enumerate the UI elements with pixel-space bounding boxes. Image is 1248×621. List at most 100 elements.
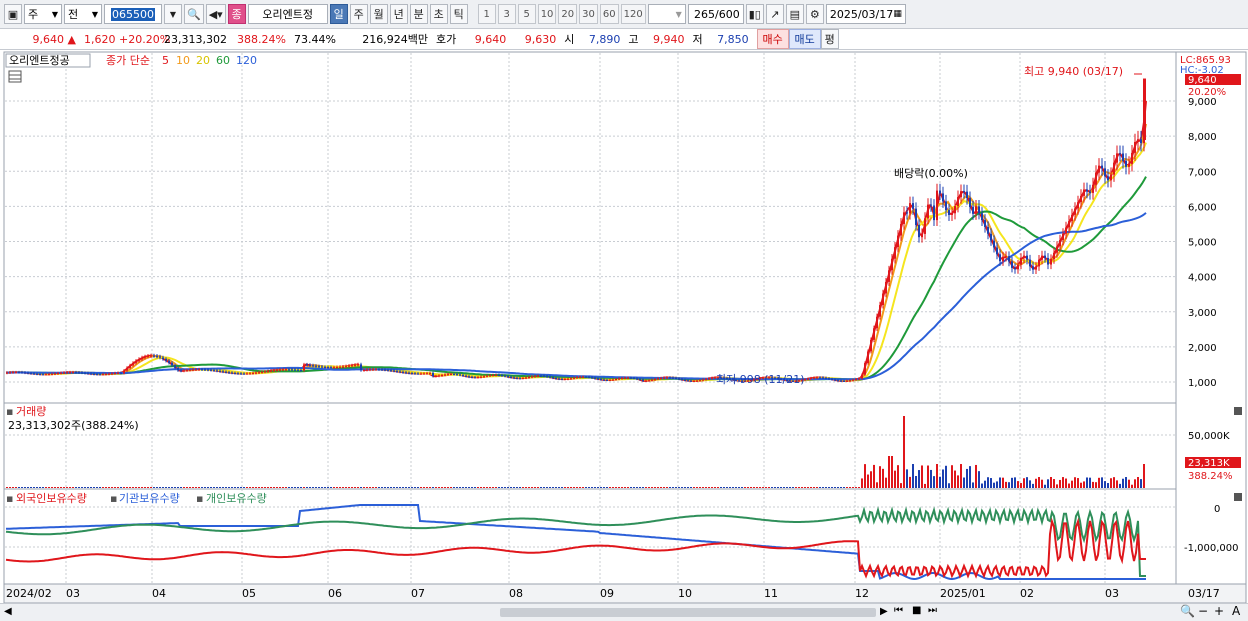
volume-bar xyxy=(90,487,92,488)
volume-bar xyxy=(735,487,737,488)
scroll-right-icon[interactable]: ▶ xyxy=(880,606,888,617)
interval-10[interactable]: 10 xyxy=(537,4,557,24)
volume-bar xyxy=(510,487,512,488)
stop-icon[interactable]: ■ xyxy=(912,605,921,616)
chart-canvas[interactable]: 9,000 8,000 7,000 6,000 5,000 4,000 3,000 2,000… xyxy=(0,51,1248,604)
volume-bar xyxy=(315,487,317,488)
tab-period-day[interactable]: 일 xyxy=(329,4,348,24)
volume-bar xyxy=(1062,477,1064,488)
holding-panel-close-icon[interactable] xyxy=(1234,493,1242,501)
volume-bar xyxy=(120,487,122,488)
tab-period-tick[interactable]: 틱 xyxy=(449,4,468,24)
count-field[interactable]: 265/600 xyxy=(687,4,744,24)
sell-button[interactable]: 매도 xyxy=(788,29,821,49)
forward-icon[interactable]: ⏭ xyxy=(928,605,937,616)
period-type-select[interactable]: 전 ▼ xyxy=(64,4,102,24)
tab-period-week[interactable]: 주 xyxy=(349,4,368,24)
candle-body xyxy=(678,378,680,380)
candle-body xyxy=(591,377,593,379)
code-dropdown-button[interactable]: ▼ xyxy=(164,4,182,24)
interval-5[interactable]: 5 xyxy=(517,4,536,24)
custom-interval-select[interactable]: ▼ xyxy=(647,4,686,24)
candle-body xyxy=(669,377,671,379)
candle-body xyxy=(663,377,665,379)
search-icon[interactable]: 🔍 xyxy=(184,4,204,24)
buy-button[interactable]: 매수 xyxy=(756,29,789,49)
candle-body xyxy=(948,210,950,215)
chart-tool-icon[interactable]: ↗ xyxy=(765,4,784,24)
volume-bar xyxy=(189,487,191,488)
volume-bar xyxy=(444,487,446,488)
volume-bar xyxy=(969,466,971,488)
volume-bar xyxy=(99,487,101,488)
gear-icon[interactable]: ⚙ xyxy=(805,4,824,24)
eval-button[interactable]: 평 xyxy=(820,29,839,49)
current-price-tag-text: 9,640 xyxy=(1188,75,1217,86)
volume-bar xyxy=(912,464,914,488)
candle-body xyxy=(141,357,143,360)
stock-name-field[interactable]: 오리엔트정 xyxy=(247,4,328,24)
candle-body xyxy=(1074,208,1076,215)
minus-icon[interactable]: − xyxy=(1198,604,1208,618)
tab-period-month[interactable]: 월 xyxy=(369,4,388,24)
candle-body xyxy=(843,380,845,382)
candle-body xyxy=(186,370,188,372)
stock-code-input[interactable]: 065500 xyxy=(104,4,162,24)
candle-body xyxy=(849,380,851,382)
candle-body xyxy=(963,191,965,193)
candle-body xyxy=(42,374,44,376)
candle-body xyxy=(1011,261,1013,268)
volume-summary: 23,313,302주(388.24%) xyxy=(8,419,139,432)
volume-bar xyxy=(495,487,497,488)
candle-body xyxy=(576,377,578,379)
volume-bar xyxy=(147,487,149,488)
tab-period-second[interactable]: 초 xyxy=(429,4,448,24)
candle-body xyxy=(1098,165,1100,173)
candle-body xyxy=(213,370,215,372)
candle-type-icon[interactable]: ▮▯ xyxy=(745,4,764,24)
font-size-icon[interactable]: A xyxy=(1232,604,1240,618)
candle-body xyxy=(1104,168,1106,177)
volume-panel-close-icon[interactable] xyxy=(1234,407,1242,415)
candle-body xyxy=(558,378,560,380)
scroll-track[interactable] xyxy=(500,608,876,617)
interval-3[interactable]: 3 xyxy=(497,4,516,24)
interval-1[interactable]: 1 xyxy=(477,4,496,24)
interval-120[interactable]: 120 xyxy=(620,4,646,24)
candle-body xyxy=(201,369,203,371)
interval-60[interactable]: 60 xyxy=(599,4,619,24)
table-toggle-icon[interactable] xyxy=(8,70,22,83)
plus-icon[interactable]: + xyxy=(1214,604,1224,618)
volume-bar xyxy=(1125,477,1127,488)
save-icon[interactable]: ▤ xyxy=(785,4,804,24)
candle-body xyxy=(372,369,374,371)
volume-bar xyxy=(489,487,491,488)
scroll-left-icon[interactable]: ◀ xyxy=(4,606,12,617)
interval-30[interactable]: 30 xyxy=(579,4,598,24)
volume-bar xyxy=(501,487,503,488)
volume-bar xyxy=(999,477,1001,488)
chart-scrollbar[interactable]: ◀ ▶ ⏮ ■ ⏭ 🔍 − + A xyxy=(0,603,1248,621)
chart-area[interactable]: 9,000 8,000 7,000 6,000 5,000 4,000 3,000 2,000… xyxy=(0,51,1248,604)
interval-20[interactable]: 20 xyxy=(558,4,578,24)
speaker-icon[interactable]: ◀▾ xyxy=(205,4,226,24)
period-type-value: 전 xyxy=(68,8,79,21)
volume-bar xyxy=(75,487,77,488)
market-type-select[interactable]: 주 ▼ xyxy=(24,4,62,24)
tab-period-year[interactable]: 년 xyxy=(389,4,408,24)
layout-icon[interactable]: ▣ xyxy=(4,4,22,24)
volume-bar xyxy=(720,487,722,488)
volume-bar xyxy=(426,487,428,488)
volume-bar xyxy=(375,487,377,488)
tab-period-minute[interactable]: 분 xyxy=(409,4,428,24)
candle-body xyxy=(705,378,707,380)
market-type-value: 주 xyxy=(28,8,39,21)
rewind-icon[interactable]: ⏮ xyxy=(894,605,903,616)
candle-body xyxy=(144,356,146,358)
candle-body xyxy=(708,378,710,380)
zoom-out-icon[interactable]: 🔍 xyxy=(1180,604,1195,618)
candle-body xyxy=(921,233,923,238)
candle-body xyxy=(138,359,140,361)
date-input[interactable]: 2025/03/17 ▦ xyxy=(825,4,906,24)
candle-body xyxy=(582,376,584,378)
